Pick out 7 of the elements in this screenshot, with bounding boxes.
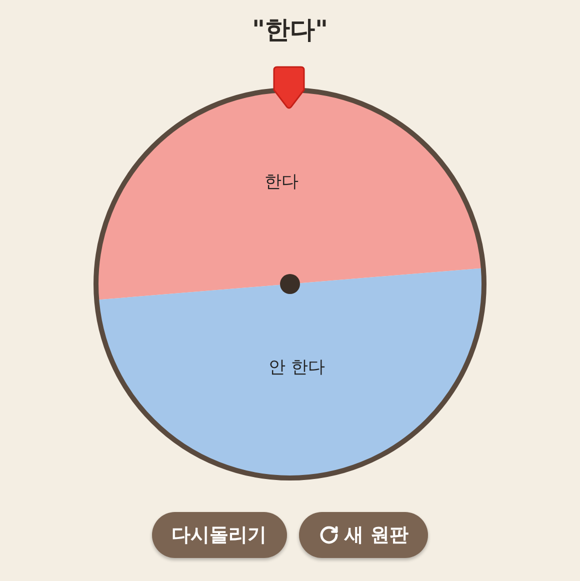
- spin-again-button[interactable]: 다시돌리기: [152, 512, 287, 558]
- wheel-hub: [280, 274, 300, 294]
- result-title: "한다": [252, 14, 328, 46]
- new-wheel-button[interactable]: 새 원판: [298, 512, 428, 558]
- slice-label: 안 한다: [268, 357, 326, 378]
- refresh-icon: [318, 525, 339, 545]
- slice-label: 한다: [264, 172, 299, 192]
